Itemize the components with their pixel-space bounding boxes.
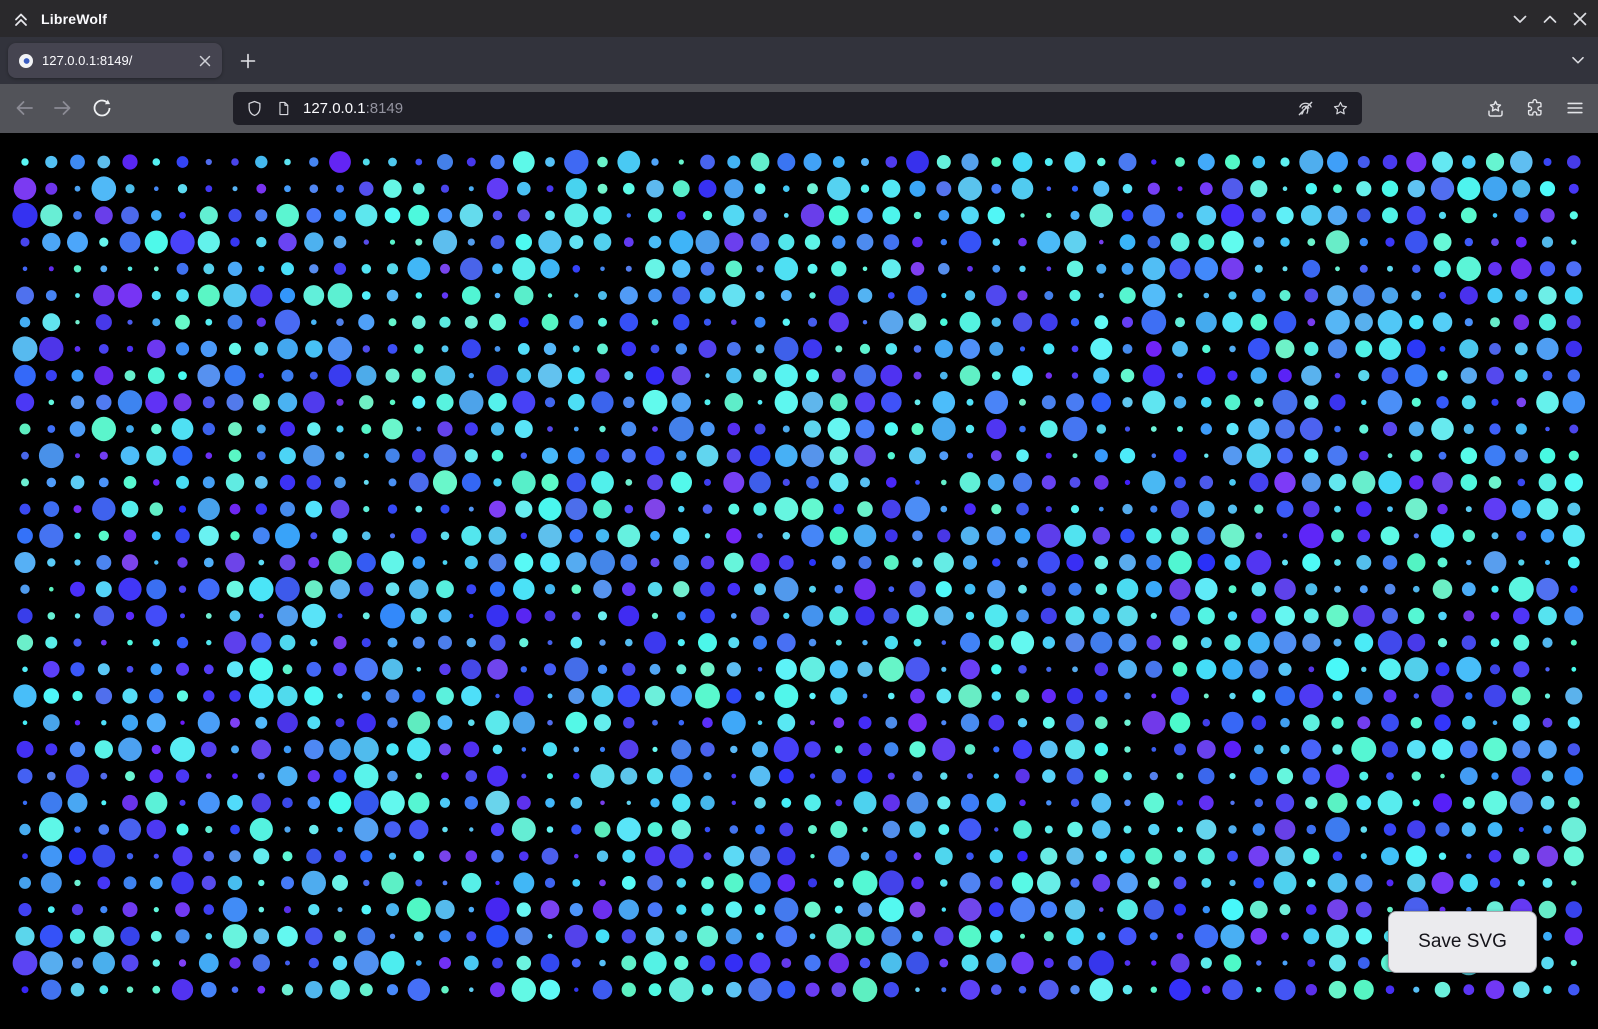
browser-window: LibreWolf 127.0.0.1:8149/ (0, 0, 1598, 1029)
reload-button[interactable] (85, 91, 119, 125)
back-button[interactable] (7, 91, 41, 125)
dot-field-artwork (0, 133, 1598, 1029)
titlebar: LibreWolf (0, 0, 1598, 37)
plus-icon (240, 53, 256, 69)
list-all-tabs-button[interactable] (1563, 45, 1593, 75)
close-x-icon (199, 55, 211, 67)
url-text: 127.0.0.1:8149 (303, 100, 403, 117)
chevron-down-icon (1567, 49, 1589, 71)
star-tray-icon (1484, 97, 1507, 120)
arrow-right-icon (51, 96, 75, 120)
window-maximize-button[interactable] (1536, 5, 1564, 33)
chevron-up-icon (1538, 7, 1562, 31)
url-bar[interactable]: 127.0.0.1:8149 (233, 92, 1362, 125)
page-info-icon[interactable] (275, 100, 292, 117)
extensions-button[interactable] (1518, 91, 1552, 125)
reload-icon (90, 96, 114, 120)
fingerprint-protection-icon[interactable] (1295, 98, 1316, 119)
hamburger-icon (1564, 97, 1586, 119)
tab-active[interactable]: 127.0.0.1:8149/ (8, 43, 222, 78)
tab-label: 127.0.0.1:8149/ (42, 53, 186, 68)
forward-button[interactable] (46, 91, 80, 125)
tab-close-button[interactable] (194, 50, 216, 72)
save-to-bookmarks-button[interactable] (1478, 91, 1512, 125)
page-content: Save SVG (0, 133, 1598, 1029)
menu-button[interactable] (1558, 91, 1592, 125)
puzzle-piece-icon (1524, 97, 1546, 119)
window-close-button[interactable] (1566, 5, 1594, 33)
chevron-down-icon (1508, 7, 1532, 31)
window-title: LibreWolf (41, 11, 107, 27)
tab-favicon-icon (18, 53, 34, 69)
double-chevron-up-icon[interactable] (11, 9, 31, 29)
shield-icon[interactable] (245, 99, 264, 118)
navigation-toolbar: 127.0.0.1:8149 (0, 84, 1598, 133)
url-host: 127.0.0.1 (303, 100, 366, 117)
new-tab-button[interactable] (233, 46, 263, 76)
tab-bar: 127.0.0.1:8149/ (0, 37, 1598, 84)
arrow-left-icon (12, 96, 36, 120)
close-x-icon (1568, 7, 1592, 31)
url-port: :8149 (366, 100, 404, 117)
bookmark-star-icon[interactable] (1331, 99, 1350, 118)
save-svg-button[interactable]: Save SVG (1388, 911, 1537, 973)
window-minimize-button[interactable] (1506, 5, 1534, 33)
